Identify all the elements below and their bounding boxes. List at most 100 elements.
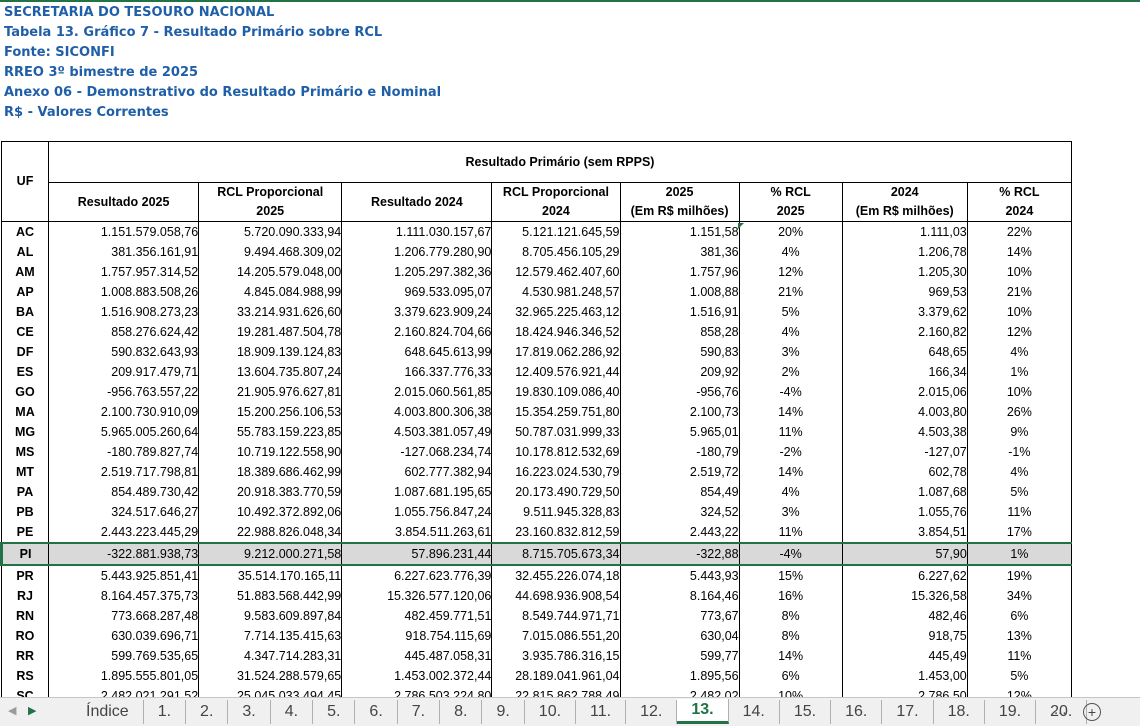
cell-milhoes-2024[interactable]: 4.003,80 bbox=[841, 402, 968, 422]
sheet-tab[interactable]: 17. bbox=[882, 699, 934, 724]
cell-pct-rcl-2025[interactable]: 5% bbox=[738, 302, 843, 322]
cell-resultado-2025[interactable]: 2.100.730.910,09 bbox=[48, 402, 200, 422]
cell-milhoes-2024[interactable]: 166,34 bbox=[841, 362, 968, 382]
cell-rcl-2024[interactable]: 9.511.945.328,83 bbox=[491, 502, 621, 522]
col-header-rcl-2024[interactable]: RCL Proporcional 2024 bbox=[491, 182, 621, 222]
cell-pct-rcl-2024[interactable]: 12% bbox=[966, 322, 1073, 342]
sheet-tab[interactable]: 1. bbox=[144, 699, 187, 724]
cell-rcl-2025[interactable]: 35.514.170.165,11 bbox=[198, 565, 343, 586]
cell-pct-rcl-2025[interactable]: 14% bbox=[738, 402, 843, 422]
header-line-6[interactable]: R$ - Valores Correntes bbox=[4, 103, 441, 123]
cell-uf[interactable]: ES bbox=[0, 362, 50, 382]
cell-milhoes-2025[interactable]: 590,83 bbox=[619, 342, 740, 362]
cell-milhoes-2025[interactable]: 8.164,46 bbox=[619, 586, 740, 606]
cell-rcl-2024[interactable]: 5.121.121.645,59 bbox=[491, 221, 621, 242]
cell-pct-rcl-2024[interactable]: 10% bbox=[966, 262, 1073, 282]
cell-rcl-2024[interactable]: 16.223.024.530,79 bbox=[491, 462, 621, 482]
sheet-tab[interactable]: 6. bbox=[355, 699, 398, 724]
cell-uf[interactable]: MA bbox=[0, 402, 50, 422]
cell-pct-rcl-2025[interactable]: 14% bbox=[738, 646, 843, 666]
cell-rcl-2024[interactable]: 12.409.576.921,44 bbox=[491, 362, 621, 382]
cell-pct-rcl-2024[interactable]: 10% bbox=[966, 302, 1073, 322]
cell-milhoes-2025[interactable]: 599,77 bbox=[619, 646, 740, 666]
cell-resultado-2025[interactable]: 599.769.535,65 bbox=[48, 646, 200, 666]
cell-resultado-2025[interactable]: 773.668.287,48 bbox=[48, 606, 200, 626]
cell-resultado-2024[interactable]: 1.111.030.157,67 bbox=[341, 221, 493, 242]
cell-pct-rcl-2025[interactable]: 16% bbox=[738, 586, 843, 606]
cell-uf[interactable]: MG bbox=[0, 422, 50, 442]
cell-rcl-2024[interactable]: 17.819.062.286,92 bbox=[491, 342, 621, 362]
cell-pct-rcl-2025[interactable]: 8% bbox=[738, 606, 843, 626]
cell-milhoes-2025[interactable]: 381,36 bbox=[619, 242, 740, 262]
cell-milhoes-2025[interactable]: 2.443,22 bbox=[619, 522, 740, 543]
cell-uf[interactable]: PR bbox=[0, 565, 50, 586]
cell-uf[interactable]: CE bbox=[0, 322, 50, 342]
cell-pct-rcl-2025[interactable]: 3% bbox=[738, 502, 843, 522]
cell-milhoes-2024[interactable]: 482,46 bbox=[841, 606, 968, 626]
cell-rcl-2025[interactable]: 4.347.714.283,31 bbox=[198, 646, 343, 666]
cell-pct-rcl-2024[interactable]: 22% bbox=[966, 221, 1073, 242]
cell-uf[interactable]: AP bbox=[0, 282, 50, 302]
cell-uf[interactable]: AM bbox=[0, 262, 50, 282]
cell-resultado-2024[interactable]: 482.459.771,51 bbox=[341, 606, 493, 626]
cell-pct-rcl-2024[interactable]: 4% bbox=[966, 462, 1073, 482]
sheet-tab[interactable]: 5. bbox=[313, 699, 356, 724]
cell-milhoes-2024[interactable]: 918,75 bbox=[841, 626, 968, 646]
cell-uf[interactable]: AL bbox=[0, 242, 50, 262]
cell-pct-rcl-2025[interactable]: 14% bbox=[738, 462, 843, 482]
cell-milhoes-2024[interactable]: 1.206,78 bbox=[841, 242, 968, 262]
cell-rcl-2025[interactable]: 18.389.686.462,99 bbox=[198, 462, 343, 482]
cell-resultado-2024[interactable]: 57.896.231,44 bbox=[341, 542, 493, 566]
cell-rcl-2024[interactable]: 8.549.744.971,71 bbox=[491, 606, 621, 626]
cell-uf[interactable]: PB bbox=[0, 502, 50, 522]
cell-pct-rcl-2025[interactable]: 4% bbox=[738, 242, 843, 262]
cell-pct-rcl-2025[interactable]: 3% bbox=[738, 342, 843, 362]
cell-pct-rcl-2024[interactable]: 4% bbox=[966, 342, 1073, 362]
cell-milhoes-2024[interactable]: 1.205,30 bbox=[841, 262, 968, 282]
cell-resultado-2025[interactable]: -322.881.938,73 bbox=[48, 542, 200, 566]
cell-rcl-2024[interactable]: 4.530.981.248,57 bbox=[491, 282, 621, 302]
cell-milhoes-2024[interactable]: 2.015,06 bbox=[841, 382, 968, 402]
cell-rcl-2025[interactable]: 4.845.084.988,99 bbox=[198, 282, 343, 302]
cell-resultado-2024[interactable]: 6.227.623.776,39 bbox=[341, 565, 493, 586]
cell-resultado-2024[interactable]: 3.854.511.263,61 bbox=[341, 522, 493, 543]
cell-uf[interactable]: RS bbox=[0, 666, 50, 686]
cell-rcl-2025[interactable]: 10.492.372.892,06 bbox=[198, 502, 343, 522]
col-header-pct-rcl-2024[interactable]: % RCL 2024 bbox=[966, 182, 1073, 222]
cell-milhoes-2024[interactable]: 2.786,50 bbox=[841, 686, 968, 697]
cell-resultado-2025[interactable]: 381.356.161,91 bbox=[48, 242, 200, 262]
col-header-resultado-2025[interactable]: Resultado 2025 bbox=[48, 182, 200, 222]
cell-rcl-2025[interactable]: 22.988.826.048,34 bbox=[198, 522, 343, 543]
cell-resultado-2025[interactable]: -956.763.557,22 bbox=[48, 382, 200, 402]
cell-pct-rcl-2024[interactable]: 1% bbox=[966, 362, 1073, 382]
cell-pct-rcl-2024[interactable]: 26% bbox=[966, 402, 1073, 422]
uf-header[interactable]: UF bbox=[0, 141, 50, 222]
cell-rcl-2025[interactable]: 14.205.579.048,00 bbox=[198, 262, 343, 282]
cell-milhoes-2025[interactable]: 2.519,72 bbox=[619, 462, 740, 482]
cell-milhoes-2025[interactable]: 1.757,96 bbox=[619, 262, 740, 282]
cell-resultado-2025[interactable]: 1.151.579.058,76 bbox=[48, 221, 200, 242]
cell-pct-rcl-2024[interactable]: 12% bbox=[966, 686, 1073, 697]
cell-resultado-2024[interactable]: -127.068.234,74 bbox=[341, 442, 493, 462]
cell-pct-rcl-2024[interactable]: 5% bbox=[966, 482, 1073, 502]
col-header-milhoes-2025[interactable]: 2025 (Em R$ milhões) bbox=[619, 182, 740, 222]
cell-rcl-2025[interactable]: 21.905.976.627,81 bbox=[198, 382, 343, 402]
cell-pct-rcl-2024[interactable]: 1% bbox=[966, 542, 1073, 566]
cell-milhoes-2024[interactable]: 57,90 bbox=[841, 542, 968, 566]
cell-pct-rcl-2024[interactable]: 10% bbox=[966, 382, 1073, 402]
cell-rcl-2025[interactable]: 55.783.159.223,85 bbox=[198, 422, 343, 442]
cell-milhoes-2025[interactable]: 773,67 bbox=[619, 606, 740, 626]
cell-rcl-2024[interactable]: 18.424.946.346,52 bbox=[491, 322, 621, 342]
cell-resultado-2025[interactable]: 590.832.643,93 bbox=[48, 342, 200, 362]
sheet-tab[interactable]: 15. bbox=[780, 699, 832, 724]
triangle-right-icon[interactable]: ▶ bbox=[28, 704, 36, 717]
cell-resultado-2024[interactable]: 2.015.060.561,85 bbox=[341, 382, 493, 402]
cell-resultado-2024[interactable]: 1.205.297.382,36 bbox=[341, 262, 493, 282]
cell-uf[interactable]: GO bbox=[0, 382, 50, 402]
cell-milhoes-2024[interactable]: 3.379,62 bbox=[841, 302, 968, 322]
cell-pct-rcl-2024[interactable]: 21% bbox=[966, 282, 1073, 302]
cell-milhoes-2025[interactable]: 858,28 bbox=[619, 322, 740, 342]
sheet-tab[interactable]: 19. bbox=[985, 699, 1037, 724]
cell-rcl-2024[interactable]: 3.935.786.316,15 bbox=[491, 646, 621, 666]
cell-uf[interactable]: MT bbox=[0, 462, 50, 482]
